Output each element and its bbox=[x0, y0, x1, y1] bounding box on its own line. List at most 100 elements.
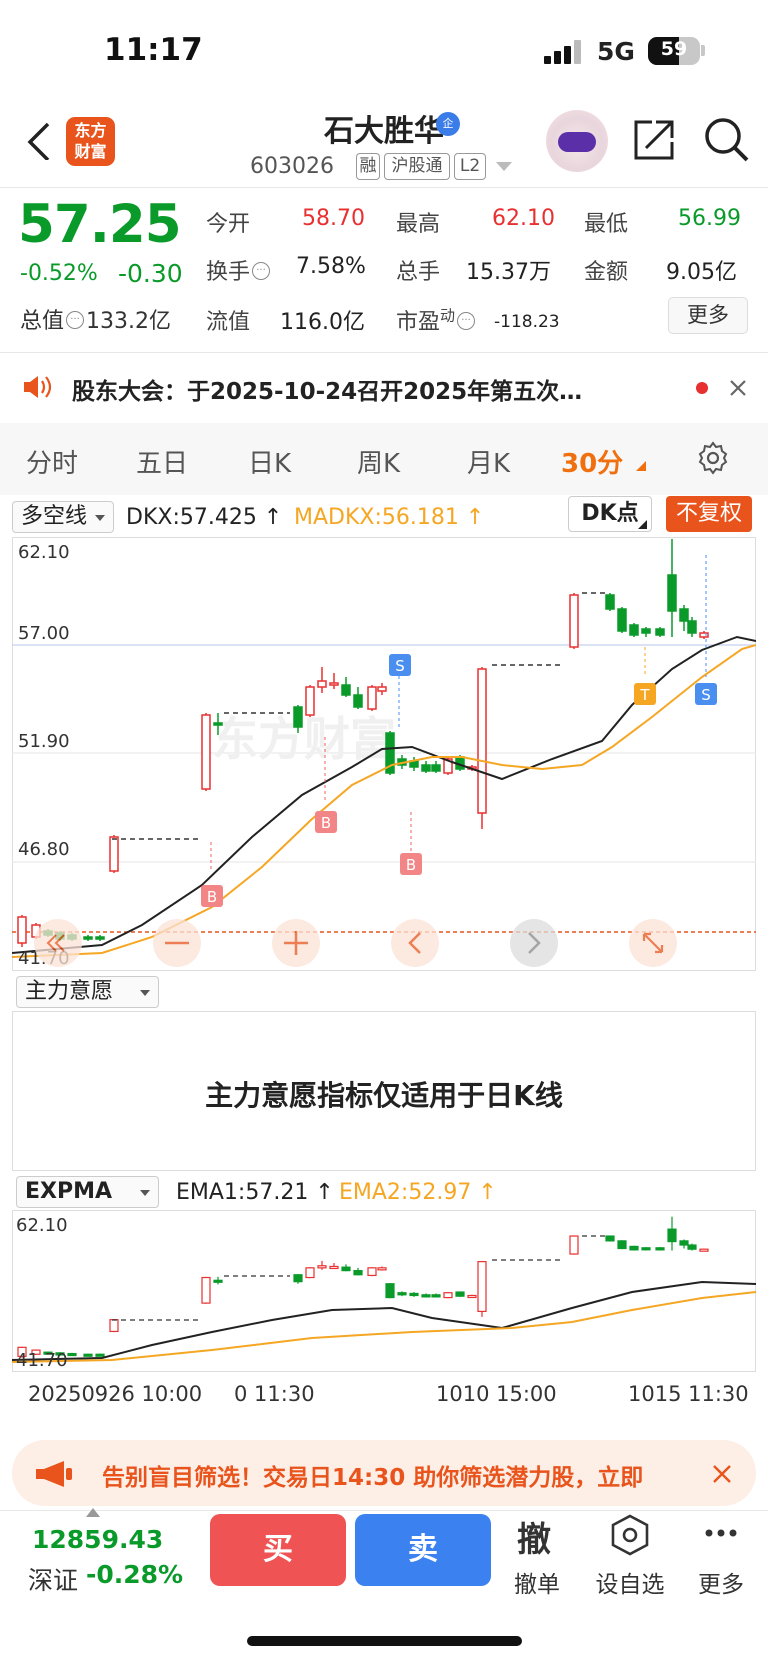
tab-daily-k[interactable]: 日K bbox=[248, 443, 291, 480]
expma-chart[interactable]: 62.10 41.70 bbox=[12, 1210, 756, 1372]
ema-candle bbox=[397, 1292, 407, 1296]
candle bbox=[605, 594, 615, 610]
notice-close-icon[interactable] bbox=[728, 378, 748, 398]
tab-30min[interactable]: 30分 bbox=[561, 443, 623, 480]
candle bbox=[83, 936, 93, 940]
turnover-value: 7.58% bbox=[296, 254, 366, 279]
ema-candle bbox=[641, 1247, 651, 1251]
change-percent: -0.52% bbox=[20, 261, 98, 286]
share-icon[interactable] bbox=[632, 118, 676, 162]
buy-button[interactable]: 买 bbox=[210, 1514, 346, 1586]
buy-signal-3-label: B bbox=[406, 856, 416, 874]
ema-candle bbox=[409, 1292, 419, 1297]
tab-intraday[interactable]: 分时 bbox=[26, 443, 78, 480]
ema-candle bbox=[367, 1267, 377, 1277]
banner-close-icon[interactable] bbox=[712, 1464, 732, 1484]
tab-weekly-k[interactable]: 周K bbox=[357, 443, 400, 480]
code-dropdown-icon[interactable] bbox=[496, 162, 512, 171]
scroll-left-control[interactable] bbox=[391, 919, 439, 967]
open-value: 58.70 bbox=[302, 206, 365, 231]
banner-text: 告别盲目筛选！交易日14:30 助你筛选潜力股，立即 bbox=[102, 1465, 644, 1491]
total-value-amount: 133.2亿 bbox=[86, 309, 171, 334]
total-value-label: 总值 bbox=[20, 309, 65, 334]
ema-candle bbox=[213, 1279, 223, 1283]
pe-info-icon[interactable]: ··· bbox=[457, 312, 476, 330]
madkx-value: MADKX:56.181 bbox=[294, 505, 459, 530]
assistant-robot-icon[interactable] bbox=[546, 110, 608, 172]
home-indicator bbox=[247, 1636, 522, 1646]
ema-candle bbox=[421, 1294, 431, 1298]
speaker-icon bbox=[24, 376, 52, 398]
y-tick-4: 46.80 bbox=[18, 839, 70, 860]
candle bbox=[629, 624, 639, 636]
promo-banner[interactable]: 告别盲目筛选！交易日14:30 助你筛选潜力股，立即 bbox=[12, 1440, 756, 1506]
candle bbox=[641, 628, 651, 634]
volume-label: 总手 bbox=[396, 260, 441, 285]
x-date-4: 1015 11:30 bbox=[628, 1382, 749, 1406]
ema-candle bbox=[353, 1270, 363, 1276]
ema-y-tick-high: 62.10 bbox=[16, 1215, 68, 1236]
float-value: 116.0亿 bbox=[280, 310, 365, 335]
add-watchlist-button[interactable]: 设自选 bbox=[594, 1565, 666, 1599]
index-change[interactable]: -0.28% bbox=[86, 1560, 183, 1589]
signal-icon bbox=[544, 40, 584, 64]
ema-candle bbox=[431, 1294, 441, 1298]
tab-five-day[interactable]: 五日 bbox=[136, 443, 188, 480]
index-value[interactable]: 12859.43 bbox=[32, 1525, 163, 1554]
notice-bar[interactable]: 股东大会：于2025-10-24召开2025年第五次… bbox=[0, 354, 768, 420]
ema-indicator-select[interactable]: EXPMA bbox=[16, 1176, 159, 1208]
battery-level: 59 bbox=[660, 38, 688, 60]
x-date-2: 0 11:30 bbox=[234, 1382, 315, 1406]
period-tabs: 分时 五日 日K 周K 月K 30分 bbox=[0, 423, 768, 495]
ema-y-tick-low: 41.70 bbox=[16, 1350, 68, 1371]
settings-gear-icon[interactable] bbox=[696, 441, 730, 475]
t-signal-label: T bbox=[639, 686, 650, 704]
indicator-select[interactable]: 多空线 bbox=[12, 501, 114, 533]
scroll-right-control[interactable] bbox=[510, 919, 558, 967]
amount-label: 金额 bbox=[584, 260, 629, 285]
info-icon[interactable]: ··· bbox=[66, 311, 85, 329]
ema-candle bbox=[443, 1292, 453, 1299]
more-dots-icon[interactable] bbox=[704, 1528, 738, 1538]
add-watchlist-icon[interactable] bbox=[610, 1514, 650, 1556]
ema-candle bbox=[699, 1248, 709, 1252]
dkx-value: DKX:57.425 bbox=[126, 505, 257, 530]
candle bbox=[353, 694, 363, 708]
candle bbox=[213, 722, 223, 726]
candle bbox=[679, 608, 689, 622]
candle bbox=[329, 682, 339, 686]
status-bar: 11:17 5G 59 bbox=[0, 0, 768, 100]
cancel-order-icon[interactable]: 撤 bbox=[517, 1512, 551, 1561]
adjust-button[interactable]: 不复权 bbox=[666, 496, 752, 532]
turnover-info-icon[interactable]: ··· bbox=[252, 262, 271, 280]
candle bbox=[421, 764, 431, 772]
candle bbox=[655, 628, 665, 636]
ema-candle bbox=[667, 1228, 677, 1243]
tab-monthly-k[interactable]: 月K bbox=[467, 443, 510, 480]
candle bbox=[617, 608, 627, 632]
more-button[interactable]: 更多 bbox=[686, 1565, 756, 1599]
open-label: 今开 bbox=[206, 212, 251, 237]
sub-indicator-select[interactable]: 主力意愿 bbox=[16, 976, 159, 1008]
main-force-panel: 主力意愿指标仅适用于日K线 bbox=[12, 1011, 756, 1171]
ema-candle bbox=[305, 1267, 315, 1279]
more-quote-button[interactable]: 更多 bbox=[668, 297, 748, 334]
index-expand-icon[interactable] bbox=[86, 1508, 100, 1517]
index-name[interactable]: 深证 bbox=[28, 1561, 78, 1597]
kline-chart[interactable]: 东方财富 S B B B T S 62.10 57.00 51.90 46.80… bbox=[12, 537, 756, 971]
x-date-3: 1010 15:00 bbox=[436, 1382, 557, 1406]
pe-value: -118.23 bbox=[494, 312, 560, 332]
x-date-1: 20250926 10:00 bbox=[28, 1382, 203, 1406]
ema2-label: EMA2:52.97 ↑ bbox=[339, 1180, 497, 1205]
search-icon[interactable] bbox=[703, 116, 751, 164]
ema1-value: EMA1:57.21 bbox=[176, 1180, 309, 1205]
cancel-order-button[interactable]: 撤单 bbox=[502, 1565, 572, 1599]
enterprise-badge: 企 bbox=[436, 112, 460, 136]
y-tick-3: 51.90 bbox=[18, 731, 70, 752]
scroll-left-fast-control[interactable] bbox=[34, 919, 82, 967]
low-label: 最低 bbox=[584, 212, 629, 237]
candle bbox=[569, 594, 579, 648]
ema1-label: EMA1:57.21 ↑ bbox=[176, 1180, 334, 1205]
sell-button[interactable]: 卖 bbox=[355, 1514, 491, 1586]
ema-candle bbox=[95, 1353, 105, 1357]
